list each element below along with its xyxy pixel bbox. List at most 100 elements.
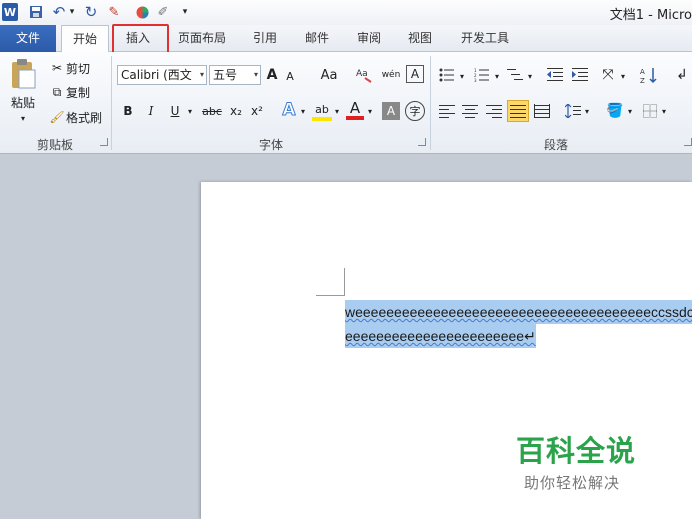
chinese-layout-icon[interactable]: ⤧ <box>598 66 618 84</box>
margin-corner-mark <box>344 268 345 296</box>
ribbon: 粘贴 ▾ ✂ 剪切 ⧉ 复制 🖌 格式刷 剪贴板 Calibri (西文 ▾ 五号 ▾ A… <box>0 52 692 154</box>
multilevel-dropdown-icon[interactable]: ▾ <box>526 70 534 82</box>
decrease-indent-icon[interactable] <box>545 66 565 84</box>
align-center-icon[interactable] <box>460 102 480 120</box>
copy-icon: ⧉ <box>52 84 62 99</box>
pinyin-guide-button[interactable]: wén <box>380 64 402 86</box>
tab-mailings[interactable]: 邮件 <box>297 25 337 52</box>
brush-icon: 🖌 <box>49 110 65 124</box>
tab-developer[interactable]: 开发工具 <box>452 25 518 52</box>
chevron-down-icon: ▾ <box>199 70 204 79</box>
undo-dropdown-icon[interactable]: ▾ <box>68 3 76 21</box>
chinese-layout-dropdown-icon[interactable]: ▾ <box>619 70 627 82</box>
character-shading-button[interactable]: A <box>382 102 400 120</box>
format-painter-button[interactable]: 🖌 格式刷 <box>48 108 106 126</box>
underline-dropdown-icon[interactable]: ▾ <box>185 104 195 118</box>
sort-icon[interactable]: AZ <box>638 65 660 85</box>
window-title: 文档1 - Micro <box>609 8 692 23</box>
superscript-button[interactable]: x² <box>249 102 265 120</box>
cut-button[interactable]: ✂ 剪切 <box>48 59 98 77</box>
baike-watermark: 百科全说 助你轻松解决 <box>516 428 666 493</box>
distributed-icon[interactable] <box>532 102 552 120</box>
tab-view[interactable]: 视图 <box>400 25 440 52</box>
save-icon[interactable] <box>27 3 45 21</box>
change-case-button[interactable]: Aa <box>316 66 342 84</box>
font-group-label: 字体 <box>258 138 283 152</box>
selected-text-line[interactable]: weeeeeeeeeeeeeeeeeeeeeeeeeeeeeeeeeeeeeec… <box>345 300 692 324</box>
svg-text:Z: Z <box>640 77 645 84</box>
format-painter-label: 格式刷 <box>66 110 103 125</box>
font-color-dropdown-icon[interactable]: ▾ <box>366 104 374 118</box>
chevron-down-icon: ▾ <box>253 70 258 79</box>
character-border-button[interactable]: A <box>406 65 424 83</box>
numbering-icon[interactable]: 123 <box>472 66 492 84</box>
tab-insert[interactable]: 插入 <box>114 25 162 52</box>
shading-icon[interactable]: 🪣 <box>605 101 625 121</box>
copy-label: 复制 <box>66 85 91 100</box>
italic-button[interactable]: I <box>143 102 159 120</box>
font-family-select[interactable]: Calibri (西文 ▾ <box>117 65 207 85</box>
watermark-subtitle: 助你轻松解决 <box>524 474 621 492</box>
align-right-icon[interactable] <box>484 102 504 120</box>
show-marks-icon[interactable]: ↲ <box>675 66 689 84</box>
scissors-icon: ✂ <box>51 61 63 75</box>
font-launcher-icon[interactable] <box>418 138 426 146</box>
svg-text:A: A <box>640 68 645 76</box>
borders-icon[interactable] <box>641 102 659 120</box>
undo-icon[interactable]: ↶ <box>50 3 68 21</box>
cut-label: 剪切 <box>66 61 91 76</box>
selected-text-line[interactable]: eeeeeeeeeeeeeeeeeeeeeee↵ <box>345 324 536 348</box>
paste-dropdown-icon[interactable]: ▾ <box>17 113 29 123</box>
font-family-value: Calibri (西文 <box>121 68 192 82</box>
tab-page-layout[interactable]: 页面布局 <box>170 25 234 52</box>
shading-dropdown-icon[interactable]: ▾ <box>626 105 634 117</box>
paragraph-group-label: 段落 <box>543 138 568 152</box>
text-effect-dropdown-icon[interactable]: ▾ <box>299 104 307 118</box>
tab-home[interactable]: 开始 <box>61 25 109 53</box>
bold-button[interactable]: B <box>120 102 136 120</box>
tab-file[interactable]: 文件 <box>0 25 56 52</box>
ribbon-tabs: 文件 开始 插入 页面布局 引用 邮件 审阅 视图 开发工具 <box>0 25 692 53</box>
text-effect-button[interactable]: A <box>280 100 298 121</box>
line-spacing-dropdown-icon[interactable]: ▾ <box>583 105 591 117</box>
enclose-characters-button[interactable]: 字 <box>405 101 425 121</box>
clear-format-icon[interactable]: Aa <box>354 65 374 85</box>
justify-icon[interactable] <box>507 100 529 122</box>
subscript-button[interactable]: x₂ <box>228 102 244 120</box>
paste-icon[interactable] <box>4 56 42 92</box>
bullets-icon[interactable] <box>437 66 457 84</box>
borders-dropdown-icon[interactable]: ▾ <box>660 105 668 117</box>
paste-button[interactable]: 粘贴 <box>4 94 42 110</box>
highlight-button[interactable]: ab <box>312 101 332 121</box>
watermark-title: 百科全说 <box>516 434 637 468</box>
tab-references[interactable]: 引用 <box>245 25 285 52</box>
multilevel-list-icon[interactable] <box>505 66 525 84</box>
paragraph-launcher-icon[interactable] <box>684 138 692 146</box>
highlight-dropdown-icon[interactable]: ▾ <box>333 104 341 118</box>
strikethrough-button[interactable]: abc <box>200 102 224 120</box>
font-size-select[interactable]: 五号 ▾ <box>209 65 261 85</box>
grow-font-button[interactable]: A <box>264 66 280 84</box>
bullets-dropdown-icon[interactable]: ▾ <box>458 70 466 82</box>
margin-corner-mark <box>316 295 344 296</box>
quick-access-toolbar: W ↶ ▾ ↻ ✎ ✐ ▾ 文档1 - Micro <box>0 0 692 25</box>
word-app-icon[interactable]: W <box>2 3 18 21</box>
font-color-button[interactable]: A <box>346 99 364 120</box>
text-tool-icon[interactable]: ✎ <box>104 3 124 21</box>
clipboard-group-label: 剪贴板 <box>36 138 73 152</box>
shrink-font-button[interactable]: A <box>282 68 298 84</box>
clipboard-launcher-icon[interactable] <box>100 138 108 146</box>
line-spacing-icon[interactable] <box>563 102 583 120</box>
customize-qat-icon[interactable]: ▾ <box>180 3 190 21</box>
draw-icon[interactable]: ✐ <box>155 3 171 21</box>
tab-review[interactable]: 审阅 <box>349 25 389 52</box>
underline-button[interactable]: U <box>167 102 183 120</box>
align-left-icon[interactable] <box>437 102 457 120</box>
svg-text:3: 3 <box>474 78 477 82</box>
font-size-value: 五号 <box>213 68 238 82</box>
increase-indent-icon[interactable] <box>570 66 590 84</box>
copy-button[interactable]: ⧉ 复制 <box>48 83 98 101</box>
color-wheel-icon[interactable] <box>134 3 150 21</box>
redo-icon[interactable]: ↻ <box>82 3 100 21</box>
numbering-dropdown-icon[interactable]: ▾ <box>493 70 501 82</box>
